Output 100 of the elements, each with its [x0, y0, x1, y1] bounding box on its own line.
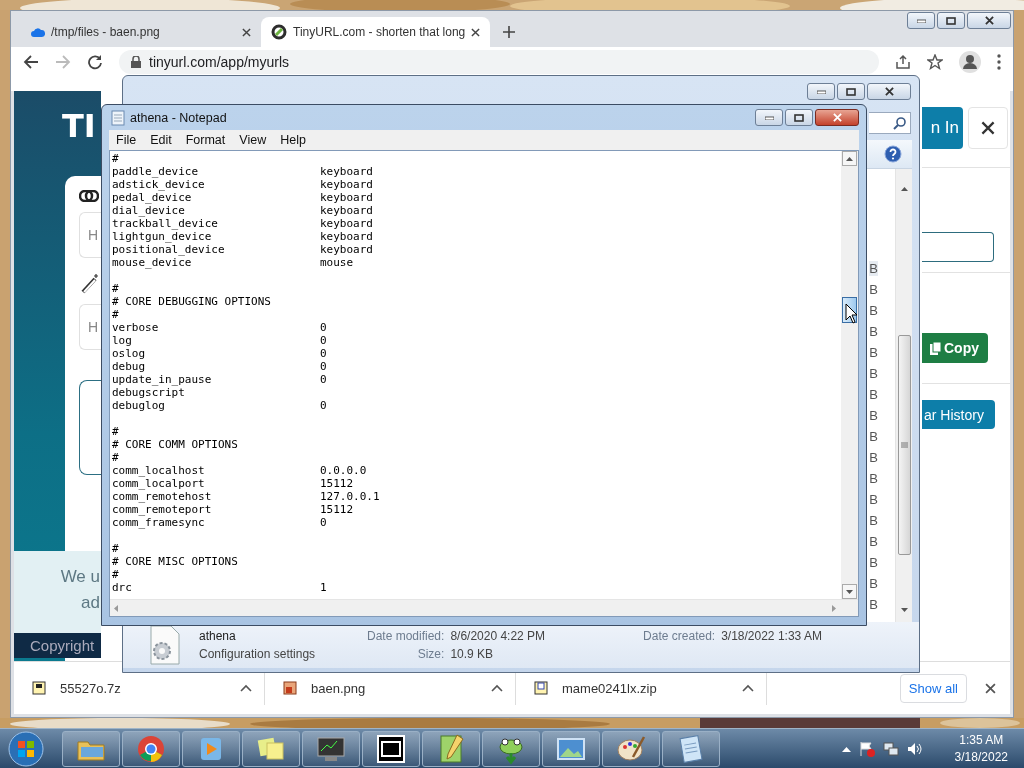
menu-item[interactable]: Help	[273, 133, 313, 147]
copy-button[interactable]: Copy	[922, 333, 988, 363]
logo-text[interactable]: TI	[62, 107, 96, 145]
download-name[interactable]: mame0241lx.zip	[562, 680, 728, 696]
close-icon[interactable]	[983, 16, 995, 25]
file-size-text[interactable]: B	[869, 429, 878, 444]
close-button[interactable]	[967, 12, 1011, 29]
network-icon[interactable]	[882, 740, 899, 757]
file-size-text[interactable]: B	[869, 450, 878, 465]
minimize-icon[interactable]	[916, 18, 926, 23]
text-line: #	[112, 425, 119, 438]
close-button[interactable]	[867, 83, 911, 100]
download-name[interactable]: 55527o.7z	[60, 680, 226, 696]
maximize-icon[interactable]	[946, 16, 956, 25]
back-icon[interactable]	[23, 54, 39, 70]
link-icon	[79, 190, 99, 202]
close-button[interactable]	[815, 109, 859, 126]
caret-icon[interactable]	[841, 745, 851, 752]
caret-icon[interactable]	[491, 684, 503, 692]
maximize-button[interactable]	[837, 83, 865, 100]
minimize-icon[interactable]	[816, 89, 826, 94]
scrollbar[interactable]	[895, 169, 912, 622]
file-icon	[32, 681, 46, 695]
file-size-text[interactable]: B	[869, 366, 878, 381]
menu-item[interactable]: Format	[178, 133, 233, 147]
browser-tab[interactable]: /tmp/files - baen.png	[21, 17, 261, 47]
field-label: Date created:	[643, 629, 716, 643]
arrow-icon[interactable]	[846, 156, 853, 161]
star-icon[interactable]	[927, 54, 943, 70]
setting-value: keyboard	[320, 204, 373, 217]
file-size-text[interactable]: B	[869, 513, 878, 528]
file-size-text[interactable]: B	[869, 576, 878, 591]
share-icon[interactable]	[895, 54, 911, 70]
menu-item[interactable]: File	[109, 133, 144, 147]
file-name: athena	[199, 629, 237, 643]
file-size-text[interactable]: B	[869, 345, 878, 360]
setting-name: comm_framesync	[112, 516, 206, 529]
file-size-text[interactable]: B	[869, 597, 878, 612]
file-size-text[interactable]: B	[869, 492, 878, 507]
input-field[interactable]	[922, 232, 994, 262]
scrollbar[interactable]	[841, 151, 858, 599]
text-line: #	[112, 542, 119, 555]
file-size-text[interactable]: B	[869, 534, 878, 549]
maximize-icon[interactable]	[794, 113, 804, 122]
arrow-icon[interactable]	[846, 589, 853, 594]
start-button[interactable]	[6, 729, 46, 768]
date-modified: 8/6/2020 4:22 PM	[450, 629, 546, 643]
profile-icon[interactable]	[959, 51, 981, 73]
text-line: #	[112, 568, 119, 581]
maximize-icon[interactable]	[846, 87, 856, 96]
text-line: # CORE COMM OPTIONS	[112, 438, 238, 451]
close-icon[interactable]	[985, 682, 996, 694]
maximize-button[interactable]	[937, 12, 965, 29]
search-field[interactable]	[869, 112, 911, 134]
setting-value: mouse	[320, 256, 354, 269]
more-icon[interactable]	[997, 54, 1001, 70]
file-size-text[interactable]: B	[869, 324, 878, 339]
close-icon[interactable]	[242, 27, 251, 37]
clock[interactable]: 1:35 AM 3/18/2022	[954, 733, 1008, 764]
setting-value: 0	[320, 360, 327, 373]
scroll-up-button[interactable]	[842, 151, 857, 166]
file-size-text[interactable]: B	[869, 555, 878, 570]
clear-history-button[interactable]: ar History	[922, 400, 995, 429]
setting-value: 0	[320, 334, 327, 347]
file-size-text[interactable]: B	[869, 471, 878, 486]
browser-tab[interactable]: TinyURL.com - shorten that long	[261, 17, 491, 47]
caret-icon[interactable]	[742, 684, 754, 692]
file-size-text[interactable]: B	[869, 261, 878, 276]
menu-item[interactable]: View	[232, 133, 274, 147]
file-size-text[interactable]: B	[869, 387, 878, 402]
archive-icon[interactable]	[375, 732, 407, 765]
sign-in-button[interactable]: n In	[922, 107, 963, 149]
cloud-icon	[31, 27, 45, 37]
file-size-text[interactable]: B	[869, 282, 878, 297]
minimize-button[interactable]	[807, 83, 835, 100]
setting-value: keyboard	[320, 230, 373, 243]
reload-icon[interactable]	[87, 54, 103, 70]
setting-name: debug	[112, 360, 147, 373]
file-size: 10.9 KB	[450, 647, 495, 661]
close-icon[interactable]	[981, 121, 995, 135]
help-icon[interactable]	[884, 145, 902, 163]
scroll-down-button[interactable]	[842, 584, 857, 599]
setting-value: 0	[320, 347, 327, 360]
setting-name: comm_remotehost	[112, 490, 213, 503]
flag-icon[interactable]	[858, 740, 875, 757]
close-icon[interactable]	[471, 27, 481, 37]
address-bar[interactable]: tinyurl.com/app/myurls	[119, 50, 879, 74]
minimize-icon[interactable]	[764, 115, 774, 120]
download-name[interactable]: baen.png	[311, 680, 477, 696]
new-tab-icon[interactable]	[502, 25, 517, 39]
setting-name: oslog	[112, 347, 147, 360]
close-icon[interactable]	[883, 87, 895, 96]
text-line: # CORE DEBUGGING OPTIONS	[112, 295, 271, 308]
caret-icon[interactable]	[240, 684, 252, 692]
file-size-text[interactable]: B	[869, 408, 878, 423]
menu-item[interactable]: Edit	[143, 133, 179, 147]
file-size-text[interactable]: B	[869, 303, 878, 318]
minimize-button[interactable]	[907, 12, 935, 29]
maximize-button[interactable]	[785, 109, 813, 126]
minimize-button[interactable]	[755, 109, 783, 126]
